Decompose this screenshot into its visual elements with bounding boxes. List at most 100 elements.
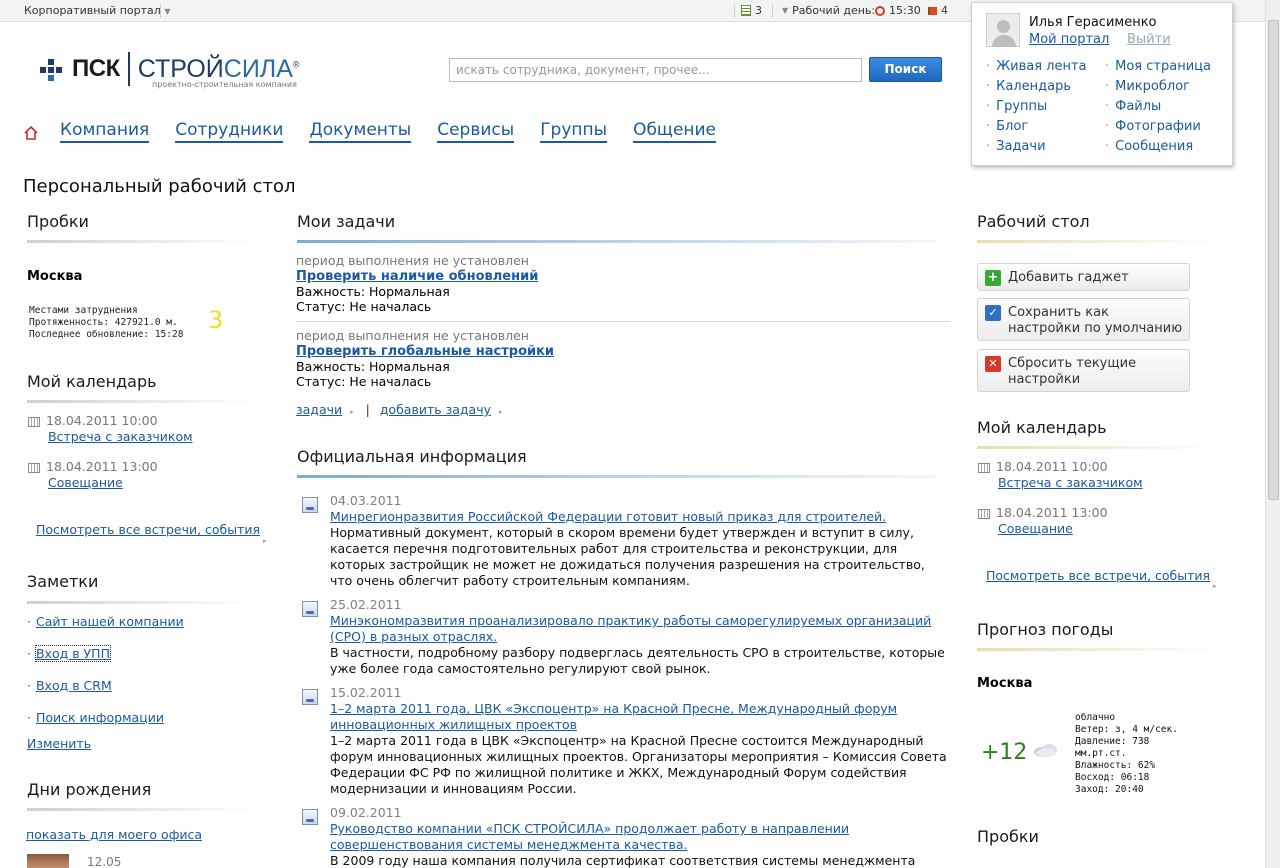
task-link[interactable]: Проверить глобальные настройки bbox=[296, 344, 554, 359]
logo-sila: СИЛА bbox=[223, 54, 293, 83]
cloud-icon bbox=[1033, 742, 1059, 758]
task-period: период выполнения не установлен bbox=[296, 253, 529, 268]
calendar-icon bbox=[28, 416, 40, 427]
user-menu-left: Живая лента Календарь Группы Блог Задачи bbox=[986, 57, 1086, 157]
menu-item-my-page[interactable]: Моя страница bbox=[1115, 59, 1211, 74]
traffic-line: Последнее обновление: 15:28 bbox=[29, 329, 184, 340]
right-all-events-link[interactable]: Посмотреть все встречи, события bbox=[986, 568, 1210, 583]
logo-reg: ® bbox=[292, 59, 300, 70]
avatar[interactable] bbox=[27, 854, 69, 868]
note-link[interactable]: Вход в УПП bbox=[34, 645, 111, 662]
save-default-button[interactable]: ✓ Сохранить как настройки по умолчанию bbox=[977, 298, 1190, 341]
flags-count: 4 bbox=[941, 4, 948, 17]
calendar-icon bbox=[978, 508, 990, 519]
user-menu-right: Моя страница Микроблог Файлы Фотографии … bbox=[1105, 57, 1211, 157]
clock[interactable]: 15:30 bbox=[875, 4, 921, 17]
scrollbar-thumb[interactable] bbox=[1268, 20, 1279, 500]
logo-stroy: СТРОЙ bbox=[137, 54, 224, 83]
home-icon[interactable] bbox=[24, 125, 38, 140]
task-item: период выполнения не установлен Проверит… bbox=[296, 328, 950, 389]
note-link[interactable]: Поиск информации bbox=[36, 710, 164, 725]
news-text: В 2009 году наша компания получила серти… bbox=[330, 853, 916, 868]
menu-item-tasks[interactable]: Задачи bbox=[996, 139, 1045, 154]
workday-label: Рабочий день: bbox=[792, 4, 876, 17]
company-logo[interactable]: ПСК СТРОЙСИЛА® проектно-строительная ком… bbox=[40, 52, 300, 89]
weather-title: Прогноз погоды bbox=[977, 620, 1114, 639]
my-portal-link[interactable]: Мой портал bbox=[1029, 32, 1109, 47]
flag-icon bbox=[928, 6, 937, 15]
workday-control[interactable]: ▼ Рабочий день: bbox=[782, 4, 875, 17]
tasks-counter[interactable]: 3 bbox=[741, 4, 762, 17]
news-date: 25.02.2011 bbox=[330, 597, 402, 612]
check-icon: ✓ bbox=[985, 305, 1001, 321]
reset-settings-button[interactable]: ✕ Сбросить текущие настройки bbox=[977, 349, 1190, 392]
menu-item-photos[interactable]: Фотографии bbox=[1115, 119, 1201, 134]
avatar[interactable] bbox=[986, 13, 1020, 47]
right-calendar-title: Мой календарь bbox=[977, 418, 1107, 437]
tab-services[interactable]: Сервисы bbox=[437, 120, 515, 143]
calendar-title: Мой календарь bbox=[27, 372, 157, 391]
tab-groups[interactable]: Группы bbox=[540, 120, 608, 143]
event-link[interactable]: Встреча с заказчиком bbox=[998, 475, 1143, 490]
tab-documents[interactable]: Документы bbox=[309, 120, 412, 143]
traffic-title: Пробки bbox=[27, 212, 89, 231]
logo-mark-icon bbox=[40, 57, 64, 81]
tab-communication[interactable]: Общение bbox=[633, 120, 717, 143]
desktop-title: Рабочий стол bbox=[977, 212, 1090, 231]
list-item: Изменить bbox=[27, 736, 184, 751]
notes-list: · Сайт нашей компании · Вход в УПП · Вход в… bbox=[27, 614, 184, 751]
menu-item-groups[interactable]: Группы bbox=[996, 99, 1047, 114]
event-link[interactable]: Встреча с заказчиком bbox=[48, 429, 193, 444]
tab-employees[interactable]: Сотрудники bbox=[175, 120, 284, 143]
news-link[interactable]: Минрегионразвития Российской Федерации г… bbox=[330, 509, 886, 524]
portal-selector[interactable]: Корпоративный портал ▼ bbox=[24, 4, 170, 17]
menu-item-files[interactable]: Файлы bbox=[1115, 99, 1161, 114]
menu-item-microblog[interactable]: Микроблог bbox=[1115, 79, 1190, 94]
chevron-down-icon: ▼ bbox=[782, 6, 789, 15]
tasks-link[interactable]: задачи bbox=[296, 402, 342, 417]
task-status: Статус: Не началась bbox=[296, 374, 432, 389]
birthday-date: 12.05 bbox=[87, 855, 122, 868]
menu-item-live-feed[interactable]: Живая лента bbox=[996, 59, 1086, 74]
list-item: · Сайт нашей компании bbox=[27, 614, 184, 629]
menu-item-messages[interactable]: Сообщения bbox=[1115, 139, 1193, 154]
traffic-line: Местами затруднения bbox=[29, 305, 138, 316]
news-link[interactable]: Руководство компании «ПСК СТРОЙСИЛА» про… bbox=[330, 821, 849, 852]
vertical-scrollbar[interactable] bbox=[1265, 0, 1280, 868]
news-icon bbox=[302, 809, 318, 825]
add-task-link[interactable]: добавить задачу bbox=[380, 402, 491, 417]
news-link[interactable]: 1–2 марта 2011 года, ЦВК «Экспоцентр» на… bbox=[330, 701, 897, 732]
arrow-right-icon: ▸ bbox=[498, 408, 503, 416]
news-link[interactable]: Минэкономразвития проанализировало практ… bbox=[330, 613, 931, 644]
birthdays-office-link[interactable]: показать для моего офиса bbox=[26, 827, 202, 842]
flags-counter[interactable]: 4 bbox=[928, 4, 948, 17]
event-link[interactable]: Совещание bbox=[48, 475, 123, 490]
portal-label: Корпоративный портал bbox=[24, 4, 161, 17]
news-item: 25.02.2011 Минэкономразвития проанализир… bbox=[301, 597, 951, 677]
task-importance: Важность: Нормальная bbox=[296, 284, 450, 299]
arrow-right-icon: ▸ bbox=[263, 537, 267, 545]
search-button[interactable]: Поиск bbox=[869, 57, 942, 82]
weather-temp: +12 bbox=[981, 740, 1028, 765]
calendar-event: 18.04.2011 10:00 Встреча с заказчиком bbox=[28, 413, 193, 445]
weather-line: Давление: 738 bbox=[1075, 736, 1150, 747]
menu-item-calendar[interactable]: Календарь bbox=[996, 79, 1071, 94]
event-link[interactable]: Совещание bbox=[998, 521, 1073, 536]
menu-item-blog[interactable]: Блог bbox=[996, 119, 1028, 134]
weather-line: Восход: 06:18 bbox=[1075, 772, 1150, 783]
tasks-count: 3 bbox=[755, 4, 762, 17]
section-rule bbox=[977, 648, 1207, 651]
search-input[interactable]: искать сотрудника, документ, прочее... bbox=[449, 58, 862, 82]
event-date: 18.04.2011 13:00 bbox=[46, 459, 158, 474]
task-item: период выполнения не установлен Проверит… bbox=[296, 253, 950, 322]
tab-company[interactable]: Компания bbox=[60, 120, 150, 143]
note-link[interactable]: Вход в CRM bbox=[36, 678, 112, 693]
note-link[interactable]: Сайт нашей компании bbox=[36, 614, 184, 629]
task-link[interactable]: Проверить наличие обновлений bbox=[296, 269, 538, 284]
add-gadget-button[interactable]: + Добавить гаджет bbox=[977, 263, 1190, 291]
all-events-link[interactable]: Посмотреть все встречи, события bbox=[36, 522, 260, 537]
task-importance: Важность: Нормальная bbox=[296, 359, 450, 374]
traffic-line: Протяженность: 427921.0 м. bbox=[29, 317, 178, 328]
notes-edit-link[interactable]: Изменить bbox=[27, 736, 91, 751]
logout-link[interactable]: Выйти bbox=[1127, 32, 1171, 47]
